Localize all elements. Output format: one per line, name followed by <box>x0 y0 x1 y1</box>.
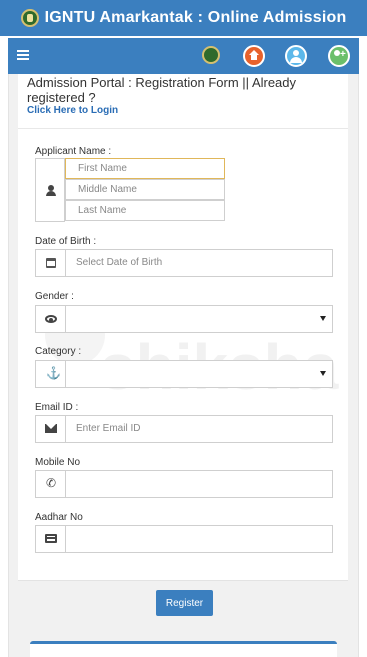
anchor-icon: ⚓ <box>46 366 61 380</box>
category-addon: ⚓ <box>36 361 66 387</box>
email-placeholder: Enter Email ID <box>76 423 141 434</box>
register-button[interactable]: Register <box>156 590 213 616</box>
dob-label: Date of Birth : <box>35 236 97 247</box>
aadhar-input[interactable] <box>35 525 333 553</box>
add-user-icon[interactable] <box>328 45 350 67</box>
dob-addon <box>36 250 66 276</box>
dob-input[interactable]: Select Date of Birth <box>35 249 333 277</box>
menu-icon[interactable] <box>17 50 29 60</box>
gender-addon <box>36 306 66 332</box>
university-logo-icon <box>20 9 39 27</box>
email-addon <box>36 416 66 442</box>
applicant-name-label: Applicant Name : <box>35 146 112 157</box>
category-label: Category : <box>35 346 82 357</box>
gender-select[interactable] <box>35 305 333 333</box>
eye-icon <box>45 315 57 323</box>
login-link[interactable]: Click Here to Login <box>27 105 118 116</box>
top-title-bar: IGNTU Amarkantak : Online Admission <box>0 0 367 36</box>
aadhar-addon <box>36 526 66 552</box>
credit-card-icon <box>45 534 57 543</box>
university-logo-icon[interactable] <box>202 46 220 64</box>
applicant-name-group: First Name Middle Name Last Name <box>35 158 225 222</box>
calendar-icon <box>46 258 56 268</box>
dob-placeholder: Select Date of Birth <box>76 257 163 268</box>
caret-down-icon <box>320 371 326 376</box>
envelope-icon <box>45 424 57 433</box>
app-title: IGNTU Amarkantak : Online Admission <box>44 9 347 26</box>
nav-bar <box>8 36 359 74</box>
category-select[interactable]: ⚓ <box>35 360 333 388</box>
home-icon[interactable] <box>243 45 265 67</box>
first-name-input[interactable]: First Name <box>65 158 225 179</box>
phone-icon: ✆ <box>46 476 57 490</box>
next-panel-edge <box>30 641 337 657</box>
aadhar-label: Aadhar No <box>35 512 83 523</box>
user-icon <box>46 185 56 197</box>
email-input[interactable]: Enter Email ID <box>35 415 333 443</box>
gender-label: Gender : <box>35 291 74 302</box>
user-icon[interactable] <box>285 45 307 67</box>
caret-down-icon <box>320 316 326 321</box>
mobile-label: Mobile No <box>35 457 81 468</box>
form-divider <box>18 580 348 581</box>
name-addon <box>35 158 65 222</box>
email-label: Email ID : <box>35 402 79 413</box>
mobile-addon: ✆ <box>36 471 66 497</box>
middle-name-input[interactable]: Middle Name <box>65 179 225 200</box>
mobile-input[interactable]: ✆ <box>35 470 333 498</box>
last-name-input[interactable]: Last Name <box>65 200 225 221</box>
page-heading: Admission Portal : Registration Form || … <box>27 75 297 105</box>
